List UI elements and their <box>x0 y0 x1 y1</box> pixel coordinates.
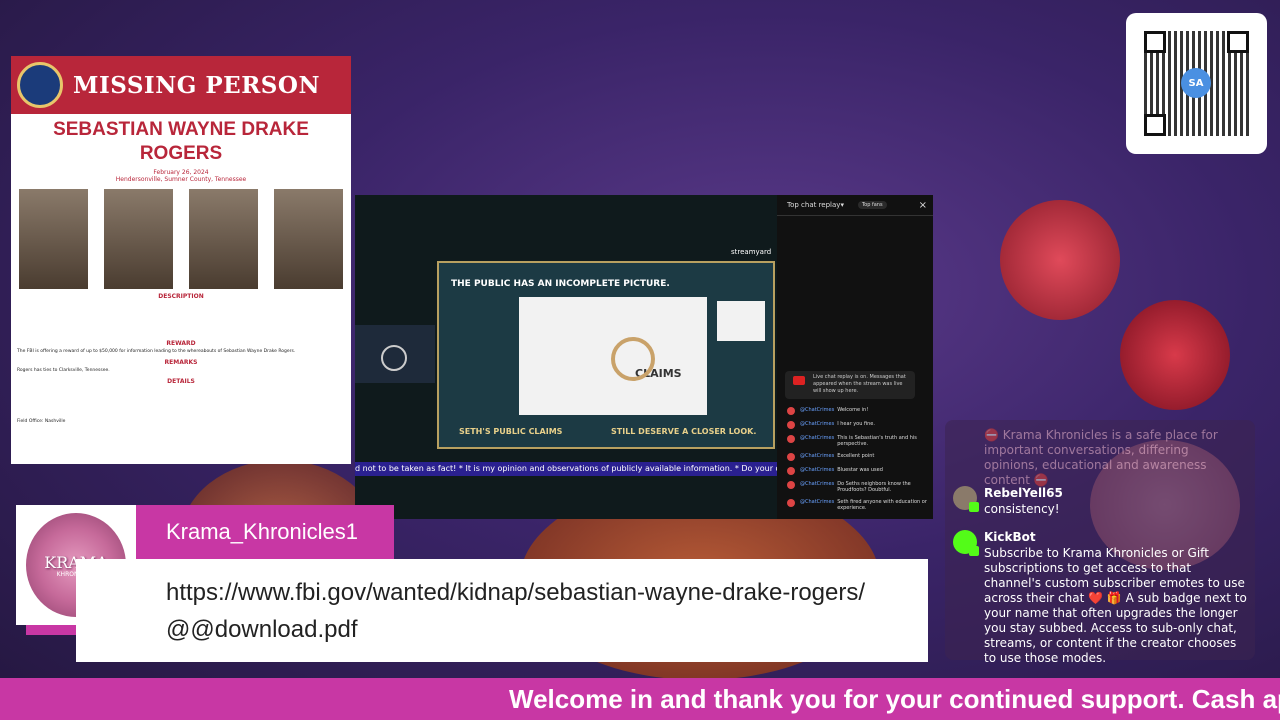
avatar <box>787 407 795 415</box>
list-item: @ChatCrimes This is Sebastian's truth and… <box>787 435 927 447</box>
remarks-text: Rogers has ties to Clarksville, Tennesse… <box>17 368 110 373</box>
avatar <box>953 530 979 556</box>
chat-message: This is Sebastian's truth and his perspe… <box>837 435 917 447</box>
camera-tile <box>355 325 435 383</box>
streamer-name: Krama_Khronicles1 <box>136 505 394 559</box>
chat-username: @ChatCrimes <box>800 453 835 459</box>
list-item: @ChatCrimes I hear you fine. <box>787 421 927 429</box>
youtube-icon <box>793 376 805 385</box>
qr-finder <box>1144 114 1166 136</box>
fbi-seal-icon <box>17 62 63 108</box>
featured-message: https://www.fbi.gov/wanted/kidnap/sebast… <box>76 559 928 662</box>
chat-username: @ChatCrimes <box>800 435 835 441</box>
chat-message: Seth fired anyone with education or expe… <box>837 499 927 511</box>
reward-heading: REWARD <box>166 340 196 347</box>
chat-replay-title[interactable]: Top chat replay <box>787 201 840 209</box>
chat-username: @ChatCrimes <box>800 467 835 473</box>
replay-notice: Live chat replay is on. Messages that ap… <box>785 371 915 399</box>
poster-place: Hendersonville, Sumner County, Tennessee <box>115 176 247 183</box>
video-player[interactable]: streamyard THE PUBLIC HAS AN INCOMPLETE … <box>355 195 777 519</box>
avatar <box>787 421 795 429</box>
avatar <box>787 453 795 461</box>
chat-message: I hear you fine. <box>837 421 875 427</box>
slide-caption-right: STILL DESERVE A CLOSER LOOK. <box>611 427 757 436</box>
chat-username: @ChatCrimes <box>800 421 835 427</box>
avatar <box>381 345 407 371</box>
chat-username: @ChatCrimes <box>800 407 835 413</box>
poster-date: February 26, 2024 <box>153 169 209 176</box>
chat-replay-header: Top chat replay ▾ Top fans × <box>777 195 933 216</box>
streamyard-watermark: streamyard <box>731 248 772 256</box>
reward-text: The FBI is offering a reward of up to $5… <box>17 349 296 354</box>
slide-caption-left: SETH'S PUBLIC CLAIMS <box>459 427 563 436</box>
ticker-text: Welcome in and thank you for your contin… <box>509 684 1280 714</box>
sheriff-badge-icon <box>717 301 765 341</box>
close-icon[interactable]: × <box>919 200 927 211</box>
chat-system-message: ⛔ Krama Khronicles is a safe place for i… <box>984 428 1218 487</box>
description-heading: DESCRIPTION <box>158 293 204 300</box>
person-photo <box>189 189 258 289</box>
remarks-heading: REMARKS <box>164 359 198 366</box>
featured-message-text: https://www.fbi.gov/wanted/kidnap/sebast… <box>166 579 866 643</box>
details-heading: DETAILS <box>167 378 195 385</box>
list-item: @ChatCrimes Seth fired anyone with educat… <box>787 499 927 511</box>
chat-message: Bluestar was used <box>837 467 883 473</box>
list-item: @ChatCrimes Welcome in! <box>787 407 927 415</box>
poster-header: MISSING PERSON <box>11 56 351 114</box>
chat-message: Subscribe to Krama Khronicles or Gift su… <box>984 546 1247 665</box>
qr-finder <box>1144 31 1166 53</box>
person-photo <box>274 189 343 289</box>
avatar <box>953 486 979 512</box>
field-office: Field Office: Nashville <box>17 419 66 424</box>
poster-photos <box>19 189 343 289</box>
kick-icon <box>969 502 979 512</box>
presentation-slide: THE PUBLIC HAS AN INCOMPLETE PICTURE. CL… <box>437 261 775 449</box>
chat-username: KickBot <box>984 530 1036 544</box>
chat-username: @ChatCrimes <box>800 499 835 505</box>
details-text <box>17 387 345 417</box>
chat-username: @ChatCrimes <box>800 481 835 487</box>
qr-finder <box>1227 31 1249 53</box>
person-photo <box>104 189 173 289</box>
slide-title: THE PUBLIC HAS AN INCOMPLETE PICTURE. <box>451 279 670 289</box>
avatar <box>787 467 795 475</box>
replay-messages: @ChatCrimes Welcome in! @ChatCrimes I hear… <box>787 407 927 517</box>
list-item: @ChatCrimes Excellent point <box>787 453 927 461</box>
qr-code: SA <box>1126 13 1267 154</box>
list-item: @ChatCrimes Bluestar was used <box>787 467 927 475</box>
chat-message: Welcome in! <box>837 407 869 413</box>
rose-decoration <box>1000 200 1120 320</box>
chat-replay-panel: Top chat replay ▾ Top fans × Live chat r… <box>777 195 933 519</box>
magnifier-icon <box>611 337 655 381</box>
video-ticker: d not to be taken as fact! * It is my op… <box>355 462 777 476</box>
poster-title: MISSING PERSON <box>73 71 320 99</box>
chat-message: consistency! <box>984 502 1060 516</box>
list-item: @ChatCrimes Do Seths neighbors know the P… <box>787 481 927 493</box>
kick-icon <box>969 546 979 556</box>
chat-message: Excellent point <box>837 453 875 459</box>
chat-username: RebelYell65 <box>984 486 1063 500</box>
avatar <box>787 499 795 507</box>
replay-notice-text: Live chat replay is on. Messages that ap… <box>813 374 906 394</box>
chevron-down-icon[interactable]: ▾ <box>840 201 844 209</box>
chat-message: Do Seths neighbors know the Proudfoots? … <box>837 481 911 493</box>
bottom-ticker: Welcome in and thank you for your contin… <box>0 678 1280 720</box>
avatar <box>787 481 795 489</box>
person-photo <box>19 189 88 289</box>
top-fans-badge[interactable]: Top fans <box>857 201 887 209</box>
qr-logo-icon: SA <box>1181 68 1211 98</box>
avatar <box>787 435 795 443</box>
description-text <box>17 302 345 336</box>
missing-person-name: SEBASTIAN WAYNE DRAKE ROGERS <box>53 119 309 164</box>
rose-decoration <box>1120 300 1230 410</box>
missing-person-poster: MISSING PERSON SEBASTIAN WAYNE DRAKE ROG… <box>11 56 351 464</box>
chat-overlay: ⛔ Krama Khronicles is a safe place for i… <box>945 420 1255 665</box>
